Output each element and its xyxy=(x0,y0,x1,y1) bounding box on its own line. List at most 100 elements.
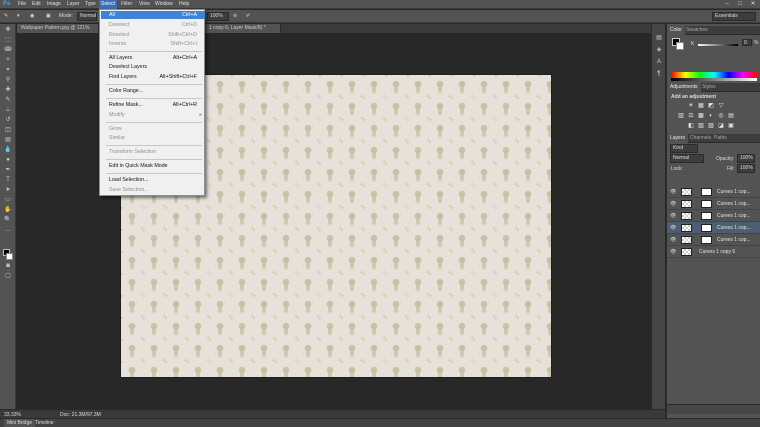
healing-tool-icon[interactable]: ✚ xyxy=(3,86,13,94)
menu-item-find-layers[interactable]: Find Layers Alt+Shift+Ctrl+F xyxy=(101,73,205,81)
channel-mixer-icon[interactable]: ▤ xyxy=(727,113,735,120)
layer-row[interactable]: 👁 Curves 1 cop... xyxy=(667,210,760,222)
dodge-tool-icon[interactable]: ● xyxy=(3,156,13,164)
brush-panel-icon[interactable]: ◉ xyxy=(30,12,37,21)
tab-swatches[interactable]: Swatches xyxy=(683,26,711,35)
opacity-input[interactable]: 100% xyxy=(737,154,755,163)
screen-mode-icon[interactable]: ▢ xyxy=(3,272,13,280)
menu-item-grow[interactable]: Grow xyxy=(101,125,205,133)
menu-item-transform-selection[interactable]: Transform Selection xyxy=(101,148,205,156)
background-color-swatch[interactable] xyxy=(6,253,13,260)
history-panel-icon[interactable]: ▤ xyxy=(655,34,663,42)
history-brush-icon[interactable]: ↺ xyxy=(3,116,13,124)
mask-thumb[interactable] xyxy=(701,188,712,196)
menu-item-color-range[interactable]: Color Range... xyxy=(101,87,205,95)
eye-icon[interactable]: 👁 xyxy=(670,213,676,219)
menu-select[interactable]: Select xyxy=(99,0,117,9)
mask-thumb[interactable] xyxy=(701,212,712,220)
eye-icon[interactable]: 👁 xyxy=(670,237,676,243)
hue-saturation-icon[interactable]: ▩ xyxy=(697,113,705,120)
menu-item-modify[interactable]: Modify ▸ xyxy=(101,111,205,119)
eye-icon[interactable]: 👁 xyxy=(670,201,676,207)
brightness-icon[interactable]: ☀ xyxy=(687,103,695,110)
menu-item-deselect-layers[interactable]: Deselect Layers xyxy=(101,63,205,71)
grayscale-ramp[interactable] xyxy=(671,78,757,81)
layer-row[interactable]: 👁 Curves 1 cop... xyxy=(667,186,760,198)
menu-item-load-selection[interactable]: Load Selection... xyxy=(101,176,205,184)
minimize-icon[interactable]: – xyxy=(722,1,732,8)
menu-item-inverse[interactable]: Inverse Shift+Ctrl+I xyxy=(101,40,205,48)
tab-paths[interactable]: Paths xyxy=(711,134,730,143)
menu-item-similar[interactable]: Similar xyxy=(101,134,205,142)
brush-tool-icon[interactable]: ✎ xyxy=(4,12,14,21)
gradient-map-icon[interactable]: ◪ xyxy=(717,123,725,130)
quick-select-tool-icon[interactable]: ✧ xyxy=(3,56,13,64)
levels-icon[interactable]: ▦ xyxy=(697,103,705,110)
eye-icon[interactable]: 👁 xyxy=(670,249,676,255)
threshold-icon[interactable]: ▨ xyxy=(707,123,715,130)
brush-tool-icon-2[interactable]: ✎ xyxy=(3,96,13,104)
photo-filter-icon[interactable]: ◎ xyxy=(717,113,725,120)
pen-tool-icon[interactable]: ✒ xyxy=(3,166,13,174)
properties-panel-icon[interactable]: ◈ xyxy=(655,46,663,54)
character-panel-icon[interactable]: A xyxy=(655,58,663,66)
document-tab[interactable]: Wallpaper Pattern.jpg @ 121% (Lay xyxy=(17,24,99,40)
document-tab-2[interactable]: 1 copy 6, Layer Mask/8) * xyxy=(205,24,281,33)
gradient-tool-icon[interactable]: ▤ xyxy=(3,136,13,144)
mask-thumb[interactable] xyxy=(701,200,712,208)
mask-thumb[interactable] xyxy=(701,224,712,232)
mask-thumb[interactable] xyxy=(701,236,712,244)
menu-item-quick-mask[interactable]: Edit in Quick Mask Mode xyxy=(101,162,205,170)
layer-row[interactable]: 👁 Curves 1 copy 6 xyxy=(667,246,760,258)
menu-view[interactable]: View xyxy=(137,0,152,9)
hand-tool-icon[interactable]: ✋ xyxy=(3,206,13,214)
menu-item-all[interactable]: All Ctrl+A xyxy=(101,11,205,19)
k-value[interactable]: 0 xyxy=(744,40,747,46)
crop-tool-icon[interactable]: ⌗ xyxy=(3,66,13,74)
menu-layer[interactable]: Layer xyxy=(65,0,82,9)
eye-icon[interactable]: 👁 xyxy=(670,189,676,195)
toggle-brush-icon[interactable]: ▣ xyxy=(46,12,53,21)
menu-file[interactable]: File xyxy=(16,0,28,9)
menu-item-reselect[interactable]: Reselect Shift+Ctrl+D xyxy=(101,31,205,39)
stamp-tool-icon[interactable]: ⊥ xyxy=(3,106,13,114)
marquee-tool-icon[interactable]: ⬚ xyxy=(3,36,13,44)
black-white-icon[interactable]: ◐ xyxy=(707,113,715,120)
invert-icon[interactable]: ◧ xyxy=(687,123,695,130)
path-select-tool-icon[interactable]: ➤ xyxy=(3,186,13,194)
menu-item-deselect[interactable]: Deselect Ctrl+D xyxy=(101,21,205,29)
move-tool-icon[interactable]: ✥ xyxy=(3,26,13,34)
tab-layers[interactable]: Layers xyxy=(667,134,689,143)
mode-select[interactable]: Normal xyxy=(77,12,97,21)
zoom-tool-icon[interactable]: 🔍 xyxy=(3,216,13,224)
vibrance-icon[interactable]: ▥ xyxy=(677,113,685,120)
fill-input[interactable]: 100% xyxy=(737,164,755,173)
blend-mode-select[interactable]: Normal xyxy=(670,154,704,163)
menu-item-save-selection[interactable]: Save Selection... xyxy=(101,186,205,194)
tab-styles[interactable]: Styles xyxy=(699,83,719,92)
eyedropper-tool-icon[interactable]: ⚲ xyxy=(3,76,13,84)
lasso-tool-icon[interactable]: ↂ xyxy=(3,46,13,54)
eraser-tool-icon[interactable]: ◫ xyxy=(3,126,13,134)
shape-tool-icon[interactable]: ▭ xyxy=(3,196,13,204)
color-balance-icon[interactable]: ⚖ xyxy=(687,113,695,120)
airbrush-icon[interactable]: ⊘ xyxy=(233,12,241,21)
blur-tool-icon[interactable]: 💧 xyxy=(3,146,13,154)
menu-type[interactable]: Type xyxy=(83,0,98,9)
quick-mask-icon[interactable]: ◙ xyxy=(3,262,13,270)
layer-filter-select[interactable]: Kind xyxy=(670,144,698,153)
curves-icon[interactable]: ◩ xyxy=(707,103,715,110)
paragraph-panel-icon[interactable]: ¶ xyxy=(655,70,663,78)
menu-help[interactable]: Help xyxy=(177,0,191,9)
menu-item-all-layers[interactable]: All Layers Alt+Ctrl+A xyxy=(101,54,205,62)
brush-size-icon[interactable]: ▾ xyxy=(17,12,23,21)
color-bg-swatch[interactable] xyxy=(676,42,684,50)
flow-select[interactable]: 100% xyxy=(207,12,229,21)
menu-window[interactable]: Window xyxy=(153,0,175,9)
tab-timeline[interactable]: Timeline xyxy=(32,419,57,427)
more-tools-icon[interactable]: … xyxy=(3,226,13,234)
eye-icon[interactable]: 👁 xyxy=(670,225,676,231)
layer-row-selected[interactable]: 👁 Curves 1 cop... xyxy=(667,222,760,234)
type-tool-icon[interactable]: T xyxy=(3,176,13,184)
close-icon[interactable]: ✕ xyxy=(748,1,758,8)
